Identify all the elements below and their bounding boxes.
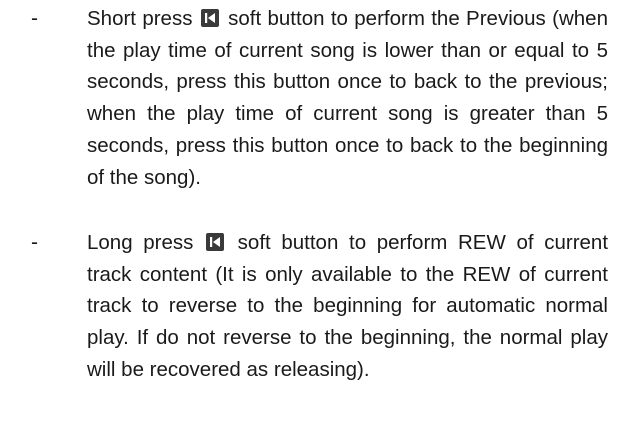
bullet-text: Short press soft button to perform the P… bbox=[87, 3, 608, 193]
previous-track-icon bbox=[206, 233, 225, 251]
previous-track-icon bbox=[200, 9, 219, 27]
text-after-icon: soft button to perform the Previous (whe… bbox=[87, 7, 608, 189]
bullet-text: Long press soft button to perform REW of… bbox=[87, 227, 608, 386]
text-before-icon: Long press bbox=[87, 231, 205, 254]
manual-page: - Short press soft button to perform the… bbox=[0, 0, 635, 422]
bullet-dash: - bbox=[31, 231, 38, 254]
bullet-dash: - bbox=[31, 7, 38, 30]
text-before-icon: Short press bbox=[87, 7, 199, 30]
